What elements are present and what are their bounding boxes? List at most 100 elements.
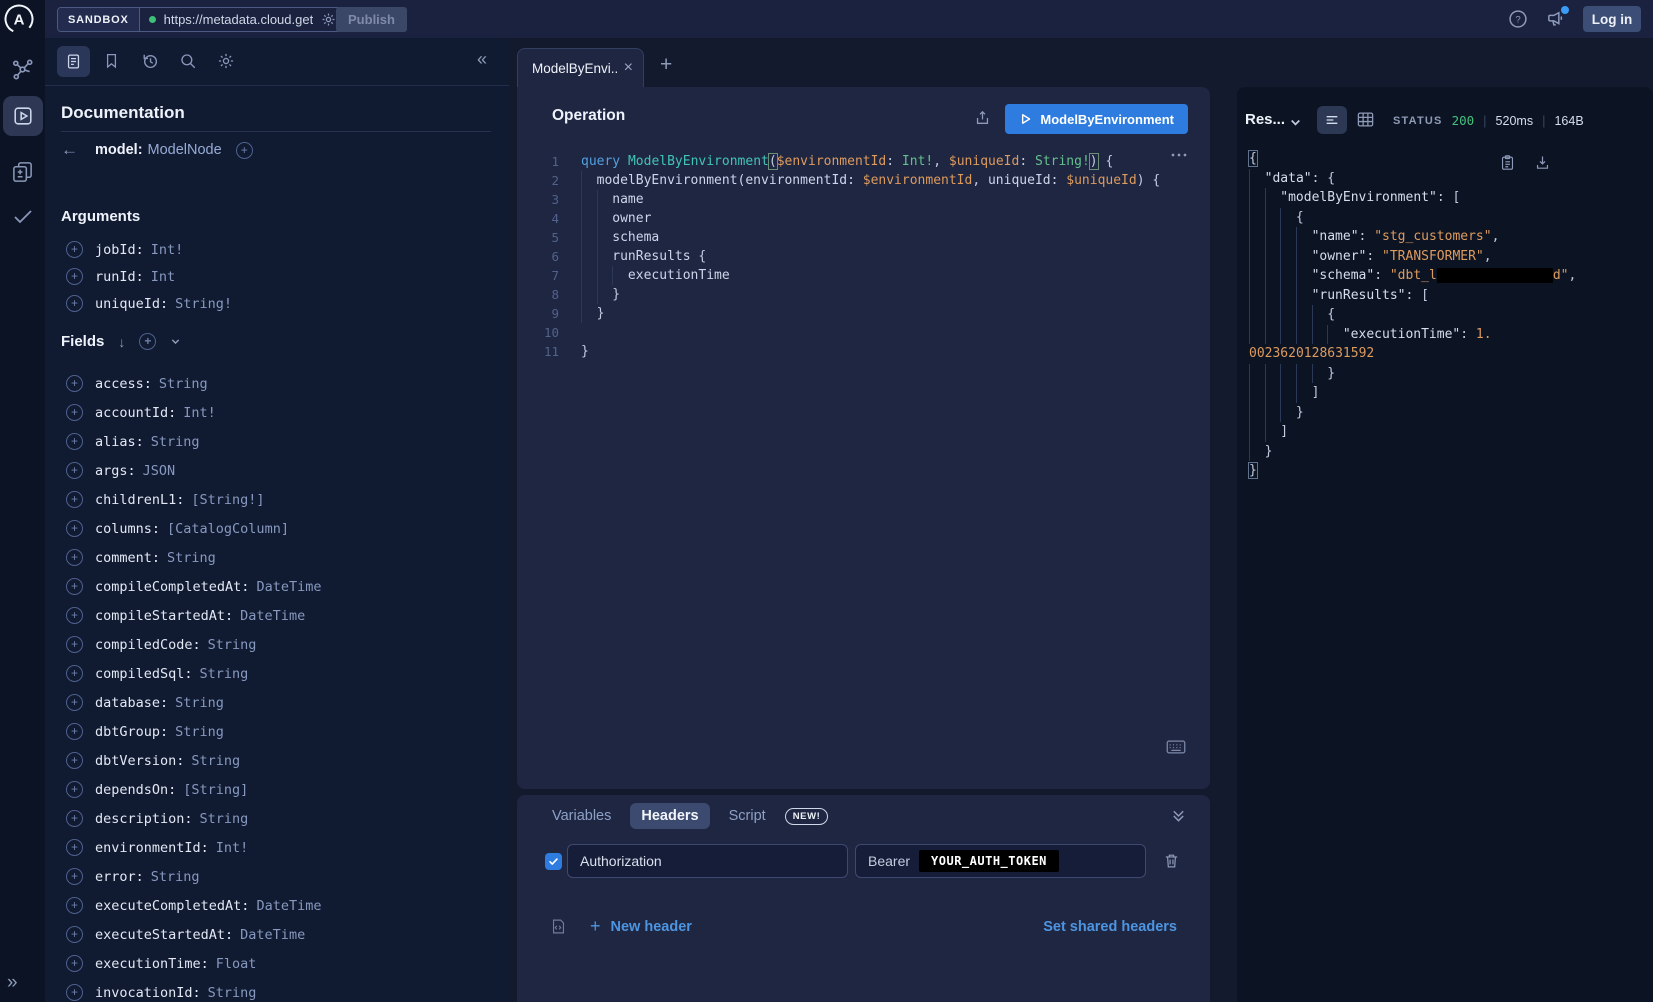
insert-field-button[interactable]: + [66, 491, 83, 508]
json-line[interactable]: } [1249, 403, 1647, 423]
field-type-link[interactable]: DateTime [240, 927, 305, 943]
apollo-logo-icon[interactable]: A [3, 3, 35, 35]
json-line[interactable]: } [1249, 461, 1647, 481]
field-name[interactable]: compileStartedAt: [95, 608, 233, 624]
insert-field-button[interactable]: + [66, 404, 83, 421]
insert-field-button[interactable]: + [66, 694, 83, 711]
endpoint-url[interactable]: https://metadata.cloud.get [164, 12, 314, 27]
insert-field-button[interactable]: + [66, 375, 83, 392]
response-json[interactable]: {"data": {"modelByEnvironment": [{"name"… [1249, 149, 1647, 481]
json-line[interactable]: "runResults": [ [1249, 286, 1647, 306]
field-name[interactable]: description: [95, 811, 193, 827]
insert-field-button[interactable]: + [66, 462, 83, 479]
insert-field-button[interactable]: + [66, 665, 83, 682]
sort-fields-icon[interactable]: ↓ [118, 334, 125, 350]
json-line[interactable]: "owner": "TRANSFORMER", [1249, 247, 1647, 267]
field-row[interactable]: +database:String [61, 688, 321, 717]
new-header-button[interactable]: + New header [590, 916, 692, 937]
field-name[interactable]: runId: [95, 269, 144, 285]
insert-field-button[interactable]: + [66, 636, 83, 653]
field-type-link[interactable]: Float [216, 956, 257, 972]
editor-code[interactable]: query ModelByEnvironment($environmentId:… [581, 152, 1180, 361]
field-name[interactable]: compileCompletedAt: [95, 579, 249, 595]
insert-field-button[interactable]: + [66, 752, 83, 769]
insert-field-button[interactable]: + [66, 897, 83, 914]
field-row[interactable]: + executeStartedAt: DateTime [61, 920, 321, 949]
code-line[interactable]: owner [581, 209, 1180, 228]
response-view-json-icon[interactable] [1317, 106, 1347, 134]
field-row[interactable]: +environmentId:Int! [61, 833, 321, 862]
json-line[interactable]: { [1249, 305, 1647, 325]
json-line[interactable]: "name": "stg_customers", [1249, 227, 1647, 247]
field-name[interactable]: uniqueId: [95, 296, 168, 312]
insert-field-button[interactable]: + [66, 433, 83, 450]
publish-button[interactable]: Publish [336, 7, 407, 32]
settings-gear-icon[interactable] [217, 52, 235, 70]
insert-field-button[interactable]: + [66, 607, 83, 624]
checks-icon[interactable] [11, 204, 35, 228]
code-line[interactable]: schema [581, 228, 1180, 247]
header-value-input[interactable]: Bearer YOUR_AUTH_TOKEN [855, 844, 1146, 878]
insert-field-button[interactable]: + [66, 810, 83, 827]
field-type-link[interactable]: Int [151, 269, 175, 285]
field-name[interactable]: executeStartedAt: [95, 927, 233, 943]
json-line[interactable]: { [1249, 208, 1647, 228]
documentation-tab-icon[interactable] [57, 46, 90, 77]
argument-row[interactable]: +jobId:Int! [61, 236, 232, 263]
insert-type-button[interactable]: + [236, 142, 253, 159]
tab-headers[interactable]: Headers [630, 803, 709, 829]
field-type-link[interactable]: JSON [143, 463, 176, 479]
insert-field-button[interactable]: + [66, 781, 83, 798]
insert-field-button[interactable]: + [66, 549, 83, 566]
run-operation-button[interactable]: ModelByEnvironment [1005, 104, 1188, 134]
field-row[interactable]: +childrenL1:[String!] [61, 485, 321, 514]
tab-script[interactable]: Script [729, 808, 766, 824]
field-type-link[interactable]: DateTime [256, 898, 321, 914]
field-row[interactable]: +dependsOn:[String] [61, 775, 321, 804]
delete-header-trash-icon[interactable] [1163, 851, 1180, 870]
field-type-link[interactable]: String [200, 811, 249, 827]
field-type-link[interactable]: String [175, 724, 224, 740]
field-row[interactable]: +compiledSql:String [61, 659, 321, 688]
field-type-link[interactable]: DateTime [240, 608, 305, 624]
field-type-link[interactable]: String! [175, 296, 232, 312]
insert-field-button[interactable]: + [66, 868, 83, 885]
field-row[interactable]: +error:String [61, 862, 321, 891]
set-shared-headers-link[interactable]: Set shared headers [1043, 919, 1177, 935]
field-row[interactable]: + args: JSON [61, 456, 321, 485]
json-line[interactable]: ] [1249, 383, 1647, 403]
insert-field-button[interactable]: + [66, 839, 83, 856]
fields-options-chevron-icon[interactable] [170, 336, 181, 347]
field-row[interactable]: +accountId:Int! [61, 398, 321, 427]
field-name[interactable]: database: [95, 695, 168, 711]
announcements-megaphone-icon[interactable] [1545, 9, 1566, 29]
field-type-link[interactable]: DateTime [256, 579, 321, 595]
insert-field-button[interactable]: + [66, 926, 83, 943]
response-dropdown-chevron-icon[interactable] [1289, 116, 1302, 129]
field-name[interactable]: accountId: [95, 405, 176, 421]
expand-rail-chevrons-icon[interactable]: » [7, 972, 18, 994]
field-type-link[interactable]: [String!] [191, 492, 264, 508]
field-type-link[interactable]: String [151, 434, 200, 450]
code-line[interactable]: executionTime [581, 266, 1180, 285]
field-name[interactable]: compiledSql: [95, 666, 193, 682]
insert-field-button[interactable]: + [66, 578, 83, 595]
argument-row[interactable]: +runId:Int [61, 263, 232, 290]
field-type-link[interactable]: [CatalogColumn] [167, 521, 289, 537]
response-view-table-icon[interactable] [1356, 110, 1375, 129]
insert-field-button[interactable]: + [66, 241, 83, 258]
field-row[interactable]: + compileCompletedAt: DateTime [61, 572, 321, 601]
field-name[interactable]: dbtGroup: [95, 724, 168, 740]
history-icon[interactable] [141, 52, 159, 70]
field-name[interactable]: alias: [95, 434, 144, 450]
argument-row[interactable]: +uniqueId:String! [61, 290, 232, 317]
field-type-link[interactable]: String [208, 637, 257, 653]
field-row[interactable]: +dbtGroup:String [61, 717, 321, 746]
code-line[interactable]: } [581, 342, 1180, 361]
field-name[interactable]: access: [95, 376, 152, 392]
insert-field-button[interactable]: + [66, 955, 83, 972]
field-name[interactable]: environmentId: [95, 840, 209, 856]
json-line[interactable]: 0023620128631592 [1249, 344, 1647, 364]
field-name[interactable]: args: [95, 463, 136, 479]
field-row[interactable]: +comment:String [61, 543, 321, 572]
